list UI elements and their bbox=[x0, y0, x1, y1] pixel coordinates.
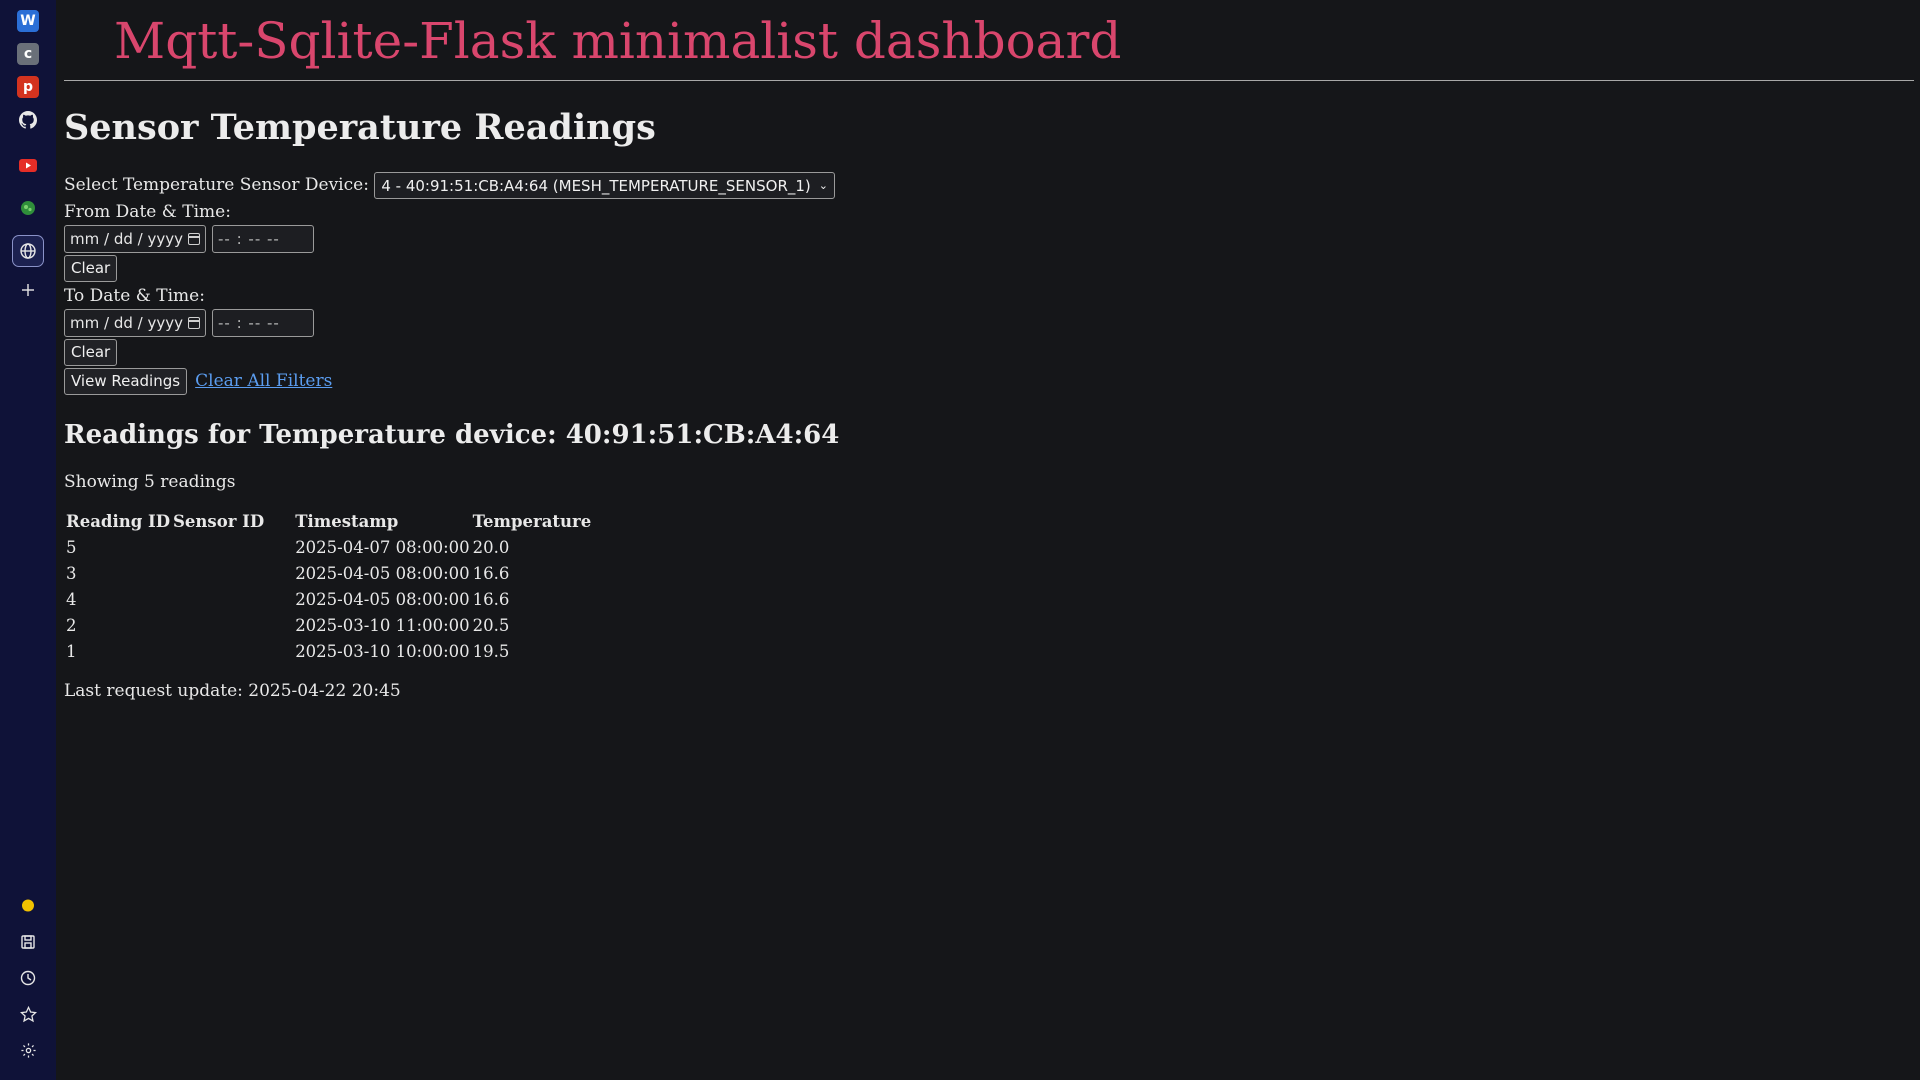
readings-count: Showing 5 readings bbox=[64, 472, 236, 492]
to-label: To Date & Time: bbox=[64, 286, 205, 306]
settings-icon[interactable] bbox=[14, 1036, 42, 1064]
column-header-temperature: Temperature bbox=[472, 512, 592, 531]
timestamp-cell: 2025-04-07 08:00:00 bbox=[295, 537, 470, 557]
save-page-icon[interactable] bbox=[14, 928, 42, 956]
page-content: Mqtt-Sqlite-Flask minimalist dashboard S… bbox=[64, 0, 1914, 1080]
readings-title: Readings for Temperature device: 40:91:5… bbox=[64, 420, 840, 450]
page-title: Sensor Temperature Readings bbox=[64, 107, 656, 148]
table-row: 2 2025-03-10 11:00:00 20.5 bbox=[66, 613, 591, 637]
device-select-value: 4 - 40:91:51:CB:A4:64 (MESH_TEMPERATURE_… bbox=[381, 176, 811, 195]
table-row: 1 2025-03-10 10:00:00 19.5 bbox=[66, 639, 591, 663]
timestamp-cell: 2025-03-10 11:00:00 bbox=[295, 615, 470, 635]
to-datetime-row: mm / dd / yyyy -- : -- -- bbox=[64, 309, 1914, 337]
history-icon[interactable] bbox=[14, 964, 42, 992]
extension-icon[interactable] bbox=[14, 194, 42, 222]
youtube-icon[interactable] bbox=[14, 151, 42, 179]
temperature-cell: 16.6 bbox=[472, 563, 510, 583]
p-app-icon[interactable]: p bbox=[14, 73, 42, 101]
reading-id-cell: 4 bbox=[66, 589, 77, 609]
table-row: 4 2025-04-05 08:00:00 16.6 bbox=[66, 587, 591, 611]
from-time-placeholder: -- : -- -- bbox=[218, 230, 280, 248]
w-app-icon[interactable]: W bbox=[14, 7, 42, 35]
sensor-id-cell bbox=[173, 535, 292, 559]
from-clear-button[interactable]: Clear bbox=[64, 255, 118, 282]
to-time-placeholder: -- : -- -- bbox=[218, 314, 280, 332]
browser-sidebar: W c p bbox=[0, 0, 56, 1080]
to-clear-button[interactable]: Clear bbox=[64, 339, 118, 366]
timestamp-cell: 2025-04-05 08:00:00 bbox=[295, 589, 470, 609]
from-label: From Date & Time: bbox=[64, 202, 231, 222]
temperature-cell: 16.6 bbox=[472, 589, 510, 609]
from-date-input[interactable]: mm / dd / yyyy bbox=[64, 225, 206, 253]
favorites-icon[interactable] bbox=[14, 1000, 42, 1028]
p-app-letter: p bbox=[17, 76, 39, 98]
dashboard-title: Mqtt-Sqlite-Flask minimalist dashboard bbox=[64, 0, 1914, 81]
chevron-down-icon: ⌄ bbox=[818, 178, 828, 192]
reading-id-cell: 2 bbox=[66, 615, 77, 635]
timestamp-cell: 2025-03-10 10:00:00 bbox=[295, 641, 470, 661]
device-select[interactable]: 4 - 40:91:51:CB:A4:64 (MESH_TEMPERATURE_… bbox=[374, 172, 835, 199]
clear-all-filters-link[interactable]: Clear All Filters bbox=[195, 371, 332, 391]
github-icon[interactable] bbox=[14, 106, 42, 134]
calendar-icon[interactable] bbox=[188, 317, 200, 329]
from-datetime-row: mm / dd / yyyy -- : -- -- bbox=[64, 225, 1914, 253]
add-icon[interactable] bbox=[14, 276, 42, 304]
sensor-id-cell bbox=[173, 639, 292, 663]
reading-id-cell: 1 bbox=[66, 641, 77, 661]
view-readings-button[interactable]: View Readings bbox=[64, 368, 188, 395]
sensor-id-cell bbox=[173, 587, 292, 611]
to-date-input[interactable]: mm / dd / yyyy bbox=[64, 309, 206, 337]
sensor-id-cell bbox=[173, 561, 292, 585]
calendar-icon[interactable] bbox=[188, 233, 200, 245]
device-select-label: Select Temperature Sensor Device: bbox=[64, 175, 369, 195]
readings-table: Reading ID Sensor ID Timestamp Temperatu… bbox=[63, 510, 594, 665]
w-app-letter: W bbox=[17, 10, 39, 32]
column-header-timestamp: Timestamp bbox=[295, 512, 399, 531]
reading-id-cell: 3 bbox=[66, 563, 77, 583]
chat-icon[interactable] bbox=[14, 892, 42, 920]
temperature-cell: 20.5 bbox=[472, 615, 510, 635]
c-app-letter: c bbox=[17, 43, 39, 65]
column-header-reading-id: Reading ID bbox=[66, 512, 171, 531]
to-date-placeholder: mm / dd / yyyy bbox=[70, 314, 183, 332]
globe-icon[interactable] bbox=[12, 235, 44, 267]
table-header-row: Reading ID Sensor ID Timestamp Temperatu… bbox=[66, 512, 591, 533]
from-time-input[interactable]: -- : -- -- bbox=[212, 225, 314, 253]
device-row: Select Temperature Sensor Device: 4 - 40… bbox=[64, 172, 1914, 199]
timestamp-cell: 2025-04-05 08:00:00 bbox=[295, 563, 470, 583]
c-app-icon[interactable]: c bbox=[14, 40, 42, 68]
table-row: 3 2025-04-05 08:00:00 16.6 bbox=[66, 561, 591, 585]
temperature-cell: 20.0 bbox=[472, 537, 510, 557]
from-date-placeholder: mm / dd / yyyy bbox=[70, 230, 183, 248]
temperature-cell: 19.5 bbox=[472, 641, 510, 661]
last-update-text: Last request update: 2025-04-22 20:45 bbox=[64, 681, 401, 701]
column-header-sensor-id: Sensor ID bbox=[173, 512, 265, 531]
sensor-id-cell bbox=[173, 613, 292, 637]
to-time-input[interactable]: -- : -- -- bbox=[212, 309, 314, 337]
reading-id-cell: 5 bbox=[66, 537, 77, 557]
table-row: 5 2025-04-07 08:00:00 20.0 bbox=[66, 535, 591, 559]
sidebar-bottom-group bbox=[0, 892, 56, 1072]
